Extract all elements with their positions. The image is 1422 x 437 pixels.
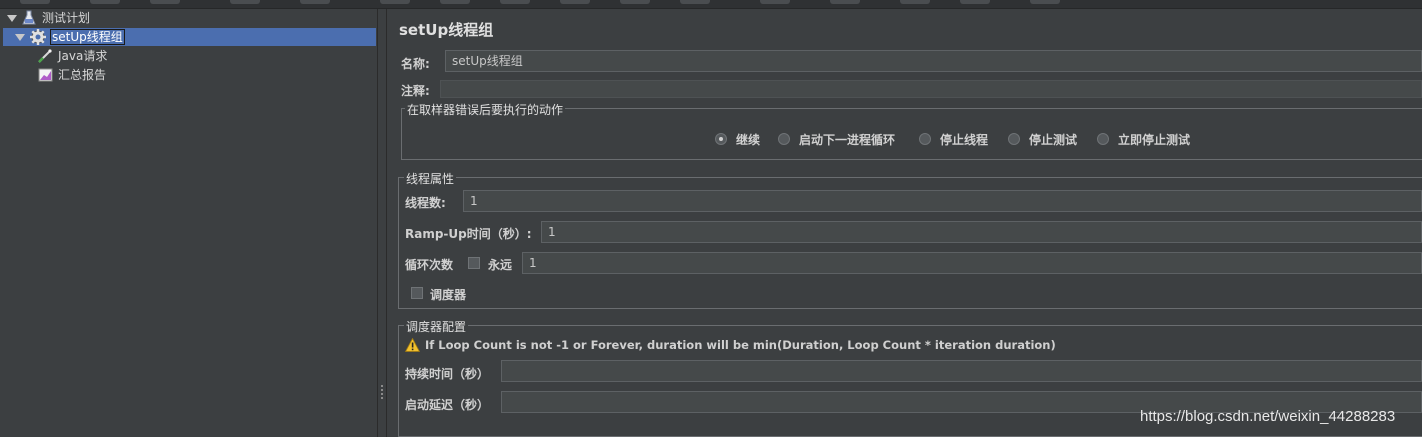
toolbar-button[interactable]: [440, 0, 470, 4]
toolbar-button[interactable]: [230, 0, 260, 4]
warning-icon: [404, 337, 421, 352]
page-title: setUp线程组: [399, 21, 494, 39]
loop-count-warning: If Loop Count is not -1 or Forever, dura…: [425, 338, 1056, 352]
tree-item-label: setUp线程组: [50, 29, 125, 45]
toolbar: [0, 0, 1422, 9]
toolbar-button[interactable]: [20, 0, 50, 4]
radio-stop-test[interactable]: [1008, 133, 1020, 145]
toolbar-button[interactable]: [150, 0, 180, 4]
name-input[interactable]: setUp线程组: [445, 50, 1422, 72]
toolbar-button[interactable]: [560, 0, 590, 4]
name-label: 名称:: [401, 57, 430, 71]
toolbar-button[interactable]: [760, 0, 790, 4]
comment-label: 注释:: [401, 84, 430, 98]
gear-icon: [29, 28, 47, 46]
radio-label: 启动下一进程循环: [799, 133, 896, 147]
toolbar-button[interactable]: [380, 0, 410, 4]
watermark-text: https://blog.csdn.net/weixin_44288283: [1140, 408, 1396, 425]
radio-label: 立即停止测试: [1118, 133, 1191, 147]
jmeter-window: 测试计划 setUp线程组 Java请求 汇总报告 setUp线程组 名称: s…: [0, 0, 1422, 437]
loop-count-label: 循环次数: [405, 258, 454, 272]
report-icon: [38, 67, 54, 83]
thread-properties-group-title: 线程属性: [404, 170, 457, 187]
forever-checkbox[interactable]: [468, 257, 480, 269]
radio-stop-thread[interactable]: [919, 133, 931, 145]
rampup-label: Ramp-Up时间（秒）:: [405, 227, 532, 241]
error-action-group-title: 在取样器错误后要执行的动作: [405, 101, 566, 118]
tree-item-setup-thread-group-content[interactable]: setUp线程组: [0, 28, 377, 46]
toolbar-button[interactable]: [830, 0, 860, 4]
test-plan-tree: 测试计划 setUp线程组 Java请求 汇总报告: [0, 9, 378, 437]
toolbar-button[interactable]: [680, 0, 710, 4]
toolbar-button[interactable]: [500, 0, 530, 4]
scheduler-config-group-title: 调度器配置: [404, 318, 469, 335]
toolbar-button[interactable]: [1030, 0, 1060, 4]
thread-group-editor: setUp线程组 名称: setUp线程组 注释: 在取样器错误后要执行的动作 …: [387, 9, 1422, 437]
toolbar-button[interactable]: [620, 0, 650, 4]
scheduler-checkbox[interactable]: [411, 287, 423, 299]
rampup-input[interactable]: 1: [541, 221, 1422, 243]
toolbar-button[interactable]: [900, 0, 930, 4]
expand-arrow-icon[interactable]: [7, 15, 17, 22]
radio-label: 停止线程: [940, 133, 989, 147]
duration-label: 持续时间（秒）: [405, 367, 490, 381]
loop-count-input[interactable]: 1: [522, 252, 1422, 274]
test-plan-icon: [22, 10, 36, 26]
startup-delay-label: 启动延迟（秒）: [405, 398, 490, 412]
tree-item-label: 汇总报告: [58, 68, 107, 82]
tree-item-test-plan[interactable]: 测试计划: [0, 9, 377, 27]
tree-item-java-request[interactable]: Java请求: [0, 47, 377, 65]
toolbar-button[interactable]: [300, 0, 330, 4]
radio-continue[interactable]: [715, 133, 727, 145]
comment-input[interactable]: [440, 80, 1422, 98]
toolbar-button[interactable]: [90, 0, 120, 4]
tree-item-summary-report[interactable]: 汇总报告: [0, 66, 377, 84]
radio-label: 停止测试: [1029, 133, 1078, 147]
duration-input[interactable]: [501, 360, 1422, 382]
panel-splitter[interactable]: [378, 9, 387, 437]
expand-arrow-icon[interactable]: [15, 34, 25, 41]
splitter-grip-icon[interactable]: [380, 385, 384, 399]
scheduler-label: 调度器: [430, 288, 467, 302]
threads-input[interactable]: 1: [463, 190, 1422, 212]
radio-start-next-loop[interactable]: [778, 133, 790, 145]
radio-stop-test-now[interactable]: [1097, 133, 1109, 145]
forever-label: 永远: [488, 258, 513, 272]
toolbar-button[interactable]: [960, 0, 990, 4]
sampler-icon: [37, 48, 53, 64]
radio-label: 继续: [736, 133, 761, 147]
tree-item-label: 测试计划: [42, 11, 91, 25]
tree-item-label: Java请求: [58, 49, 108, 63]
threads-label: 线程数:: [405, 196, 446, 210]
